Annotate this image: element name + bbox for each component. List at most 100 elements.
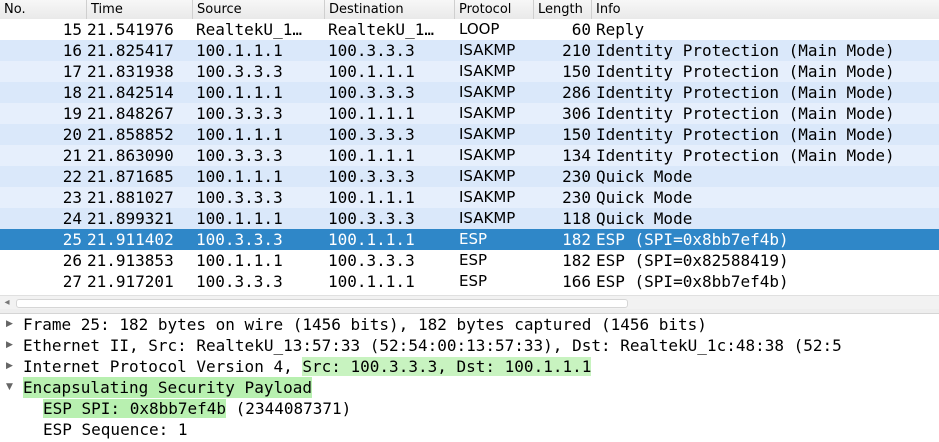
cell-destination: 100.1.1.1 (328, 272, 415, 291)
cell-no: 18 (62, 83, 82, 102)
cell-length: 230 (562, 188, 591, 207)
cell-length: 306 (562, 104, 591, 123)
cell-source: 100.3.3.3 (196, 230, 283, 249)
packet-row[interactable]: 21 21.863090 100.3.3.3 100.1.1.1 ISAKMP 134 Id… (0, 145, 939, 166)
cell-source: 100.3.3.3 (196, 188, 283, 207)
packet-row[interactable]: 18 21.842514 100.1.1.1 100.3.3.3 ISAKMP 286 Id… (0, 82, 939, 103)
cell-no: 16 (62, 41, 82, 60)
cell-no: 15 (62, 20, 82, 39)
detail-ethernet-text: Ethernet II, Src: RealtekU_13:57:33 (52:… (23, 336, 842, 355)
cell-no: 20 (62, 125, 82, 144)
column-header-no[interactable]: No. (0, 0, 87, 19)
cell-protocol: ISAKMP (459, 146, 516, 164)
cell-time: 21.848267 (87, 104, 174, 123)
column-header-source[interactable]: Source (193, 0, 325, 19)
cell-no: 26 (62, 251, 82, 270)
detail-frame[interactable]: ▶ Frame 25: 182 bytes on wire (1456 bits… (0, 314, 939, 335)
packet-list-header: No. Time Source Destination Protocol Len… (0, 0, 939, 20)
cell-source: 100.1.1.1 (196, 125, 283, 144)
cell-source: 100.1.1.1 (196, 41, 283, 60)
cell-time: 21.913853 (87, 251, 174, 270)
cell-time: 21.842514 (87, 83, 174, 102)
cell-source: 100.3.3.3 (196, 62, 283, 81)
packet-row[interactable]: 23 21.881027 100.3.3.3 100.1.1.1 ISAKMP 230 Qu… (0, 187, 939, 208)
cell-info: ESP (SPI=0x8bb7ef4b) (596, 230, 789, 249)
column-header-time[interactable]: Time (87, 0, 193, 19)
cell-length: 286 (562, 83, 591, 102)
column-header-length[interactable]: Length (534, 0, 592, 19)
detail-ip-src: Src: 100.3.3.3, (302, 357, 447, 376)
cell-info: Quick Mode (596, 188, 693, 207)
detail-ip[interactable]: ▶ Internet Protocol Version 4, Src: 100.… (0, 356, 939, 377)
cell-protocol: ISAKMP (459, 83, 516, 101)
cell-protocol: ESP (459, 230, 488, 248)
cell-info: Quick Mode (596, 209, 693, 228)
packet-row[interactable]: 16 21.825417 100.1.1.1 100.3.3.3 ISAKMP 210 Id… (0, 40, 939, 61)
packet-row[interactable]: 27 21.917201 100.3.3.3 100.1.1.1 ESP 166 ESP (… (0, 271, 939, 292)
cell-destination: 100.1.1.1 (328, 188, 415, 207)
cell-info: ESP (SPI=0x8bb7ef4b) (596, 272, 789, 291)
cell-no: 24 (62, 209, 82, 228)
detail-esp-sequence[interactable]: ESP Sequence: 1 (0, 419, 939, 440)
cell-length: 230 (562, 167, 591, 186)
packet-row[interactable]: 15 21.541976 RealtekU_1… RealtekU_1… LOOP 60 R… (0, 19, 939, 40)
cell-no: 25 (62, 230, 82, 249)
cell-destination: 100.3.3.3 (328, 209, 415, 228)
cell-info: Identity Protection (Main Mode) (596, 83, 895, 102)
cell-length: 134 (562, 146, 591, 165)
collapse-triangle-icon[interactable]: ▼ (6, 377, 16, 398)
cell-destination: 100.3.3.3 (328, 41, 415, 60)
detail-esp-spi[interactable]: ESP SPI: 0x8bb7ef4b (2344087371) (0, 398, 939, 419)
packet-row[interactable]: 25 21.911402 100.3.3.3 100.1.1.1 ESP 182 ESP (… (0, 229, 939, 250)
cell-protocol: ISAKMP (459, 125, 516, 143)
packet-row[interactable]: 22 21.871685 100.1.1.1 100.3.3.3 ISAKMP 230 Qu… (0, 166, 939, 187)
cell-time: 21.858852 (87, 125, 174, 144)
cell-protocol: ISAKMP (459, 188, 516, 206)
cell-info: Identity Protection (Main Mode) (596, 41, 895, 60)
scroll-left-icon[interactable]: ◂ (2, 296, 12, 309)
detail-ip-text: Internet Protocol Version 4, Src: 100.3.… (23, 356, 592, 377)
packet-row[interactable]: 17 21.831938 100.3.3.3 100.1.1.1 ISAKMP 150 Id… (0, 61, 939, 82)
cell-length: 182 (562, 230, 591, 249)
scrollbar-thumb[interactable] (16, 299, 628, 308)
column-header-protocol[interactable]: Protocol (455, 0, 534, 19)
cell-no: 21 (62, 146, 82, 165)
packet-list-scrollbar[interactable]: ◂ (0, 295, 939, 309)
cell-protocol: ISAKMP (459, 62, 516, 80)
column-header-destination[interactable]: Destination (325, 0, 455, 19)
detail-esp[interactable]: ▼ Encapsulating Security Payload (0, 377, 939, 398)
cell-length: 210 (562, 41, 591, 60)
expand-triangle-icon[interactable]: ▶ (6, 314, 16, 335)
cell-destination: 100.1.1.1 (328, 62, 415, 81)
packet-row[interactable]: 24 21.899321 100.1.1.1 100.3.3.3 ISAKMP 118 Qu… (0, 208, 939, 229)
cell-length: 182 (562, 251, 591, 270)
packet-row[interactable]: 20 21.858852 100.1.1.1 100.3.3.3 ISAKMP 150 Id… (0, 124, 939, 145)
cell-destination: 100.3.3.3 (328, 83, 415, 102)
cell-time: 21.541976 (87, 20, 174, 39)
expand-triangle-icon[interactable]: ▶ (6, 356, 16, 377)
packet-row[interactable]: 26 21.913853 100.1.1.1 100.3.3.3 ESP 182 ESP (… (0, 250, 939, 271)
cell-protocol: ESP (459, 251, 488, 269)
cell-protocol: ISAKMP (459, 104, 516, 122)
cell-length: 60 (571, 20, 591, 39)
cell-info: Quick Mode (596, 167, 693, 186)
cell-source: RealtekU_1… (196, 20, 302, 39)
detail-ethernet[interactable]: ▶ Ethernet II, Src: RealtekU_13:57:33 (5… (0, 335, 939, 356)
detail-esp-text: Encapsulating Security Payload (23, 377, 312, 398)
detail-esp-spi-decimal: (2344087371) (235, 399, 352, 418)
cell-protocol: ISAKMP (459, 41, 516, 59)
detail-ip-prefix: Internet Protocol Version 4, (23, 357, 293, 376)
cell-source: 100.3.3.3 (196, 104, 283, 123)
packet-list: 15 21.541976 RealtekU_1… RealtekU_1… LOOP 60 R… (0, 19, 939, 292)
cell-source: 100.1.1.1 (196, 251, 283, 270)
column-header-info[interactable]: Info (592, 0, 939, 19)
detail-esp-spi-value: ESP SPI: 0x8bb7ef4b (43, 399, 227, 418)
detail-esp-sequence-text: ESP Sequence: 1 (43, 420, 188, 439)
cell-time: 21.831938 (87, 62, 174, 81)
packet-row[interactable]: 19 21.848267 100.3.3.3 100.1.1.1 ISAKMP 306 Id… (0, 103, 939, 124)
expand-triangle-icon[interactable]: ▶ (6, 335, 16, 356)
cell-length: 150 (562, 62, 591, 81)
cell-protocol: ISAKMP (459, 167, 516, 185)
packet-details: ▶ Frame 25: 182 bytes on wire (1456 bits… (0, 314, 939, 440)
cell-protocol: ISAKMP (459, 209, 516, 227)
